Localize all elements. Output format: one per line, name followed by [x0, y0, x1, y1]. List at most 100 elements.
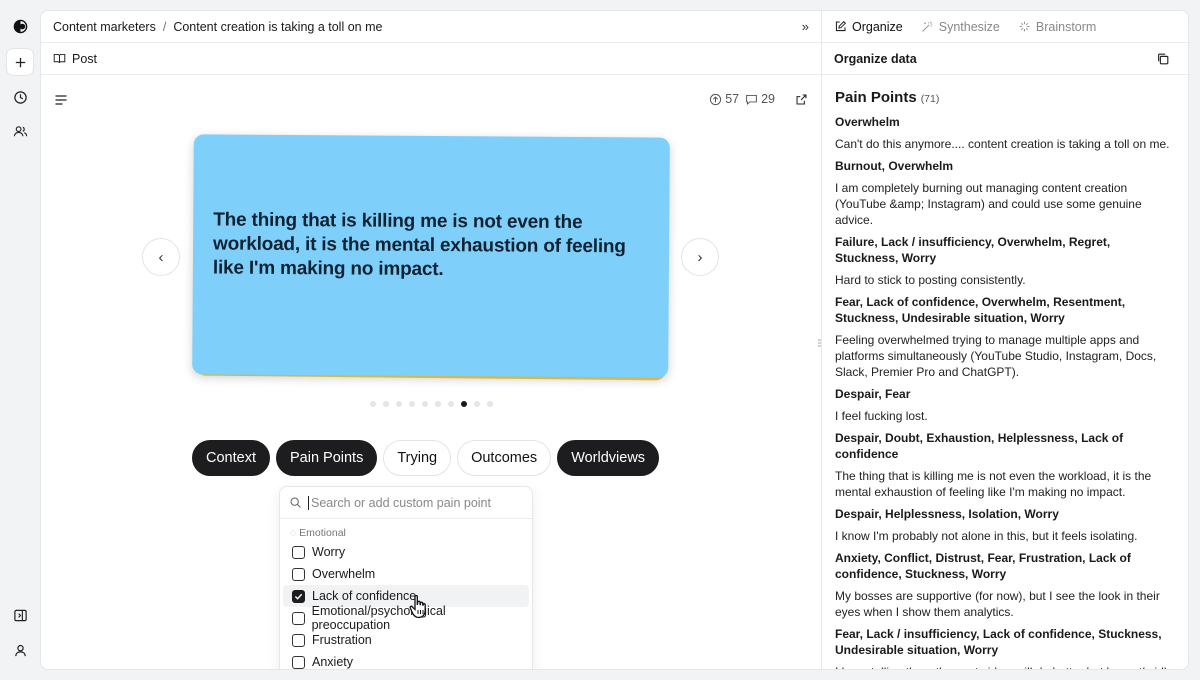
entry-quote: I feel fucking lost.: [835, 409, 928, 423]
copy-icon[interactable]: [1156, 52, 1170, 66]
search-placeholder: Search or add custom pain point: [311, 495, 491, 510]
option-label: Anxiety: [312, 655, 353, 669]
breadcrumb-item-0[interactable]: Content marketers: [53, 20, 156, 34]
entry-tags: Fear, Lack / insufficiency, Lack of conf…: [835, 627, 1162, 657]
carousel-dot[interactable]: [383, 401, 389, 407]
entry-tags: Despair, Fear: [835, 387, 911, 401]
right-panel: Organize Synthesize Brainstorm Organize …: [821, 10, 1189, 670]
checkbox[interactable]: [292, 545, 305, 559]
option-label: Lack of confidence: [312, 589, 417, 603]
dropdown-search[interactable]: Search or add custom pain point: [280, 487, 532, 519]
post-label: Post: [72, 51, 98, 66]
next-card-button[interactable]: ›: [681, 238, 719, 276]
sidebar-toggle-icon[interactable]: [6, 601, 34, 629]
chevron-right-icon: ›: [697, 248, 703, 266]
carousel-dots: [370, 401, 493, 407]
quote-text: The thing that is killing me is not even…: [212, 209, 626, 281]
chip-pain-points[interactable]: Pain Points: [275, 440, 378, 476]
breadcrumb-separator: /: [162, 19, 167, 34]
pain-points-count: (71): [920, 93, 940, 105]
entry-tags: Despair, Helplessness, Isolation, Worry: [835, 507, 1059, 521]
entry-tags: Anxiety, Conflict, Distrust, Fear, Frust…: [835, 551, 1131, 581]
chip-worldviews[interactable]: Worldviews: [557, 440, 660, 476]
carousel-dot[interactable]: [370, 401, 376, 407]
entry-tags: Despair, Doubt, Exhaustion, Helplessness…: [835, 431, 1124, 461]
entry-quote: I am completely burning out managing con…: [835, 181, 1142, 227]
tab-synthesize-label: Synthesize: [938, 19, 1000, 34]
checkbox-checked[interactable]: [292, 589, 305, 603]
checkbox[interactable]: [292, 611, 305, 625]
carousel-dot[interactable]: [487, 401, 493, 407]
prev-card-button[interactable]: ‹: [142, 238, 180, 276]
carousel-dot[interactable]: [448, 401, 454, 407]
comment-icon: [746, 94, 757, 105]
upvote-count: 57: [725, 92, 740, 106]
user-icon[interactable]: [6, 636, 34, 664]
checkbox[interactable]: [292, 567, 305, 581]
quote-card-stack: The thing that is killing me is not even…: [191, 134, 671, 381]
comment-count: 29: [761, 92, 775, 106]
left-rail: [0, 0, 40, 680]
upvote-icon: [710, 93, 722, 105]
sparkle-icon: [922, 21, 933, 32]
text-caret: [308, 495, 309, 510]
tab-synthesize[interactable]: Synthesize: [921, 20, 1000, 34]
post-stats: 57 29: [709, 92, 808, 106]
tab-brainstorm[interactable]: Brainstorm: [1018, 20, 1096, 34]
chip-trying[interactable]: Trying: [383, 440, 452, 476]
option-label: Overwhelm: [312, 567, 376, 581]
book-icon: [53, 53, 66, 64]
hand-cursor-icon: [409, 594, 426, 619]
carousel-dot[interactable]: [435, 401, 441, 407]
tab-organize[interactable]: Organize: [834, 20, 903, 34]
quote-card[interactable]: The thing that is killing me is not even…: [192, 134, 670, 378]
carousel-dot[interactable]: [422, 401, 428, 407]
users-icon[interactable]: [6, 117, 34, 145]
upvote-stat: 57: [709, 92, 739, 106]
breadcrumb-item-1[interactable]: Content creation is taking a toll on me: [173, 20, 382, 34]
pain-point-dropdown: Search or add custom pain point ◌ Emotio…: [279, 486, 533, 669]
carousel-dot[interactable]: [409, 401, 415, 407]
checkbox[interactable]: [292, 655, 305, 669]
tool-row: 57 29: [41, 91, 821, 111]
dropdown-option[interactable]: Emotional/psychological preoccupation: [283, 604, 529, 632]
pain-points-heading: Pain Points (71): [835, 89, 1175, 106]
right-tabs: Organize Synthesize Brainstorm: [822, 11, 1188, 43]
dropdown-option[interactable]: Overwhelm: [283, 563, 529, 585]
chevron-left-icon: ‹: [158, 248, 164, 266]
entry-tags: Fear, Lack of confidence, Overwhelm, Res…: [835, 295, 1126, 325]
entry-tags: Failure, Lack / insufficiency, Overwhelm…: [835, 235, 1111, 265]
option-label: Frustration: [312, 633, 372, 647]
chip-outcomes[interactable]: Outcomes: [457, 440, 552, 476]
dropdown-option[interactable]: Worry: [283, 541, 529, 563]
external-link-icon[interactable]: [795, 93, 808, 106]
organize-header: Organize data: [822, 43, 1188, 75]
dropdown-option[interactable]: Anxiety: [283, 651, 529, 669]
menu-icon[interactable]: [54, 93, 68, 107]
pain-point-entries: Overwhelm Can't do this anymore.... conte…: [835, 114, 1175, 669]
group-spinner-icon: ◌: [290, 527, 300, 539]
plus-icon[interactable]: [6, 48, 34, 76]
dropdown-group-label: ◌ Emotional: [280, 519, 532, 541]
entry-quote: My bosses are supportive (for now), but …: [835, 589, 1160, 619]
tab-organize-label: Organize: [852, 19, 903, 34]
entry-quote: I keep telling them the next vidwo will …: [835, 664, 1175, 669]
check-icon: [294, 593, 303, 600]
option-label: Worry: [312, 545, 346, 559]
edit-icon: [835, 20, 847, 32]
carousel-dot[interactable]: [474, 401, 480, 407]
dropdown-option[interactable]: Frustration: [283, 629, 529, 651]
collapse-panel-icon[interactable]: »: [802, 19, 809, 34]
main-panel: Content marketers / Content creation is …: [40, 10, 821, 670]
entry-tags: Burnout, Overwhelm: [835, 159, 954, 173]
clock-icon[interactable]: [6, 83, 34, 111]
carousel-dot[interactable]: [396, 401, 402, 407]
carousel-dot[interactable]: [461, 401, 467, 407]
checkbox[interactable]: [292, 633, 305, 647]
chip-context[interactable]: Context: [192, 440, 270, 476]
app-logo-icon[interactable]: [6, 12, 34, 40]
entry-quote: I know I'm probably not alone in this, b…: [835, 529, 1138, 543]
entry-quote: The thing that is killing me is not even…: [835, 469, 1152, 499]
breadcrumb: Content marketers / Content creation is …: [41, 11, 821, 43]
organize-content: Pain Points (71) Overwhelm Can't do this a…: [822, 75, 1188, 669]
